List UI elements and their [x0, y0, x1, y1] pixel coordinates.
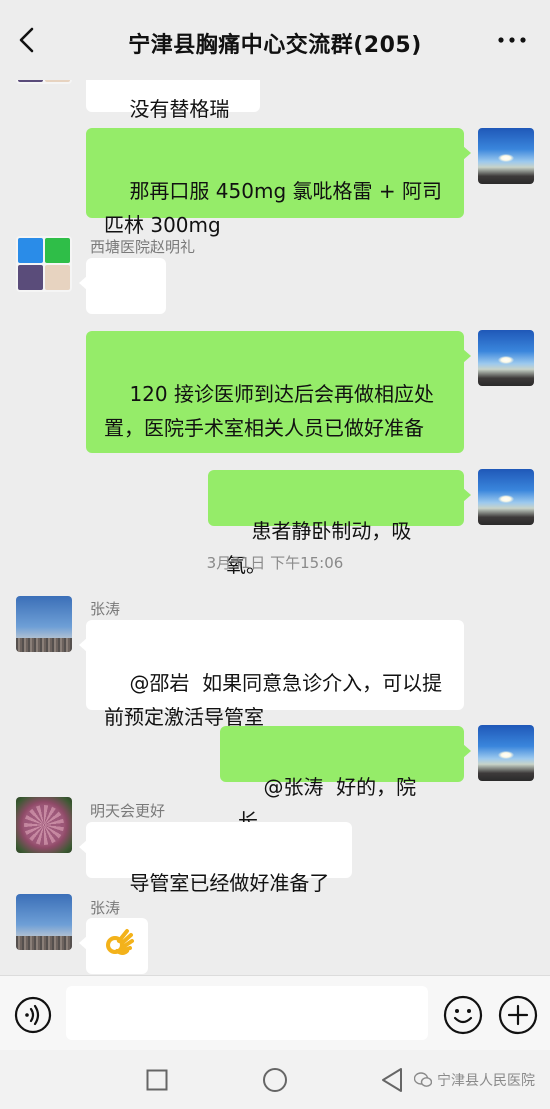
message-bubble[interactable] [79, 918, 148, 974]
message-text: @邵岩 如果同意急诊介入，可以提前预定激活导管室 [104, 671, 443, 729]
chat-header: 宁津县胸痛中心交流群(205) [0, 0, 550, 80]
avatar[interactable] [478, 330, 534, 386]
message-bubble[interactable]: 导管室已经做好准备了 [79, 822, 352, 895]
sender-name: 西塘医院赵明礼 [90, 238, 196, 256]
sender-name: 张涛 [90, 899, 121, 917]
sender-name: 明天会更好 [90, 802, 166, 820]
message-list[interactable]: 没有替格瑞洛 那再口服 450mg 氯吡格雷 + 阿司匹林 300mg 西塘医院… [0, 60, 550, 975]
sender-name: 张涛 [90, 600, 121, 618]
watermark-text: 宁津县人民医院 [437, 1073, 535, 1089]
message-bubble[interactable]: 患者静卧制动，吸氧。 [208, 470, 471, 577]
avatar[interactable] [16, 797, 72, 853]
message-bubble[interactable]: @邵岩 如果同意急诊介入，可以提前预定激活导管室 [79, 620, 464, 729]
avatar[interactable] [16, 596, 72, 652]
avatar[interactable] [478, 128, 534, 184]
message-text: 导管室已经做好准备了 [129, 871, 330, 895]
wechat-icon [414, 1072, 432, 1087]
message-input[interactable] [66, 986, 428, 1040]
timestamp: 3月31日 下午15:06 [206, 554, 344, 572]
avatar[interactable] [16, 894, 72, 950]
recent-apps-icon[interactable] [146, 1069, 168, 1091]
avatar[interactable] [16, 236, 72, 292]
ok-hand-icon [106, 929, 134, 955]
emoji-icon[interactable] [443, 995, 483, 1035]
nav-back-icon[interactable] [380, 1067, 404, 1093]
system-nav-bar: 宁津县人民医院 [0, 1050, 550, 1109]
message-bubble[interactable]: 那再口服 450mg 氯吡格雷 + 阿司匹林 300mg [86, 128, 471, 237]
message-text: 那再口服 450mg 氯吡格雷 + 阿司匹林 300mg [104, 179, 442, 237]
chat-title: 宁津县胸痛中心交流群(205) [128, 33, 422, 58]
message-bubble[interactable]: @张涛 好的，院长。 [220, 726, 471, 833]
plus-icon[interactable] [498, 995, 538, 1035]
avatar[interactable] [478, 469, 534, 525]
input-bar [0, 975, 550, 1051]
message-text: 120 接诊医师到达后会再做相应处置，医院手术室相关人员已做好准备 [104, 382, 434, 440]
message-bubble[interactable]: 120 接诊医师到达后会再做相应处置，医院手术室相关人员已做好准备 [86, 331, 471, 453]
message-bubble[interactable]: 好的 [79, 258, 166, 364]
voice-input-icon[interactable] [14, 996, 52, 1034]
more-options-icon[interactable] [495, 28, 529, 52]
avatar[interactable] [478, 725, 534, 781]
home-icon[interactable] [262, 1067, 288, 1093]
watermark: 宁津县人民医院 [414, 1070, 535, 1090]
